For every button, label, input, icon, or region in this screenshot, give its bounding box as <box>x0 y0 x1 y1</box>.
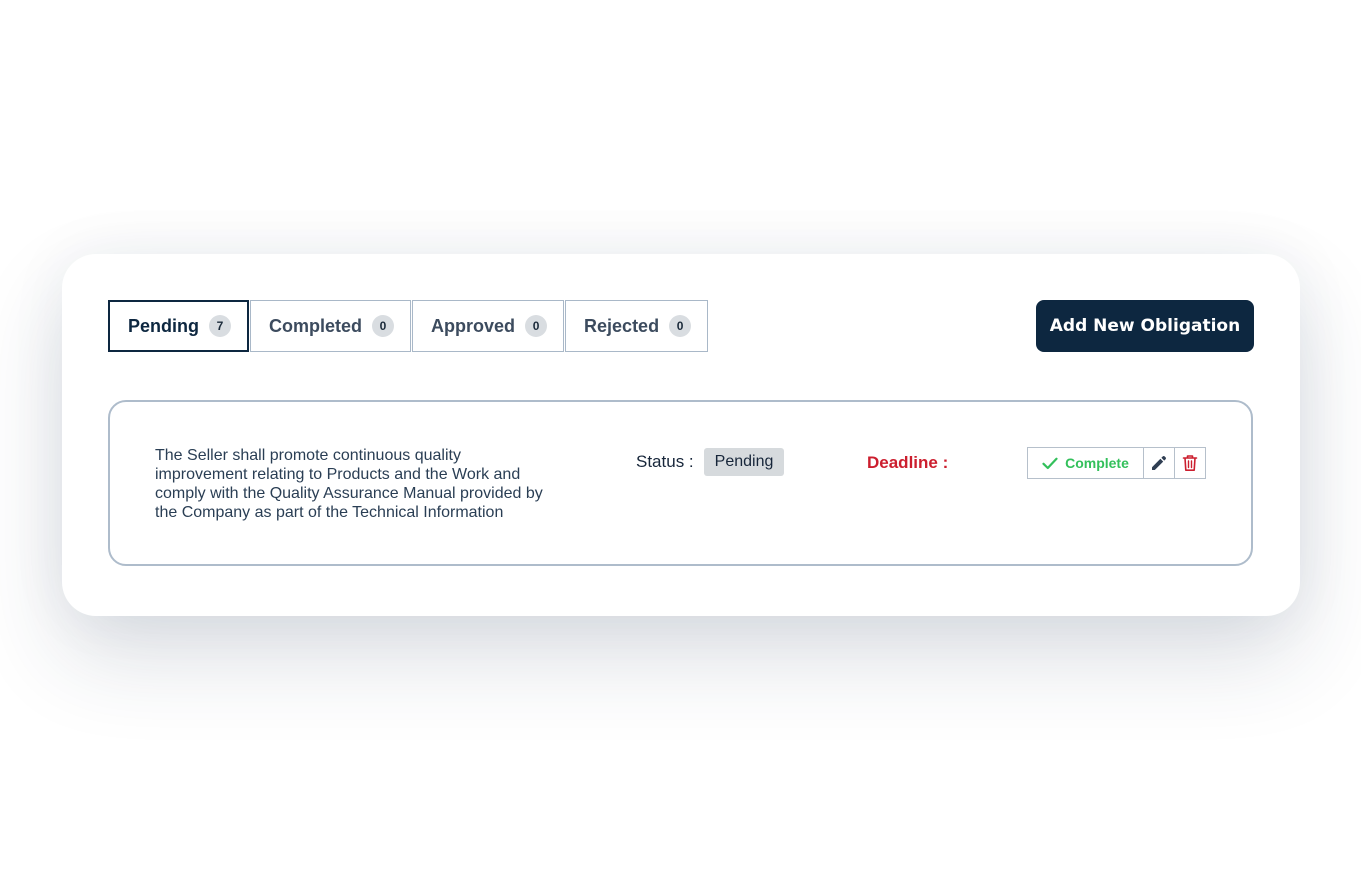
tab-count-badge: 0 <box>525 315 548 337</box>
deadline-label: Deadline : <box>867 453 949 472</box>
obligation-item: The Seller shall promote continuous qual… <box>108 400 1253 566</box>
obligation-description: The Seller shall promote continuous qual… <box>155 447 543 521</box>
tab-label: Pending <box>128 315 199 336</box>
status-group: Status : Pending <box>636 448 785 476</box>
complete-button[interactable]: Complete <box>1027 447 1144 479</box>
tab-pending[interactable]: Pending 7 <box>108 300 249 352</box>
status-tabs: Pending 7 Completed 0 Approved 0 Rejecte… <box>108 300 709 352</box>
edit-button[interactable] <box>1143 447 1175 479</box>
status-badge: Pending <box>703 448 785 476</box>
tab-label: Completed <box>269 315 363 336</box>
trash-icon <box>1182 454 1198 472</box>
obligation-actions: Complete <box>1027 447 1206 479</box>
add-new-obligation-button[interactable]: Add New Obligation <box>1036 300 1254 352</box>
check-icon <box>1042 457 1058 470</box>
tab-rejected[interactable]: Rejected 0 <box>565 300 709 352</box>
tab-count-badge: 0 <box>372 315 395 337</box>
tab-count-badge: 0 <box>669 315 692 337</box>
tab-approved[interactable]: Approved 0 <box>412 300 565 352</box>
tab-label: Rejected <box>584 315 660 336</box>
tab-completed[interactable]: Completed 0 <box>250 300 412 352</box>
complete-button-label: Complete <box>1065 455 1129 471</box>
status-label: Status : <box>636 452 694 471</box>
page: Pending 7 Completed 0 Approved 0 Rejecte… <box>0 0 1361 875</box>
tab-count-badge: 7 <box>209 315 231 337</box>
tab-label: Approved <box>431 315 516 336</box>
pencil-icon <box>1150 454 1168 472</box>
obligations-card: Pending 7 Completed 0 Approved 0 Rejecte… <box>62 254 1300 616</box>
delete-button[interactable] <box>1174 447 1206 479</box>
